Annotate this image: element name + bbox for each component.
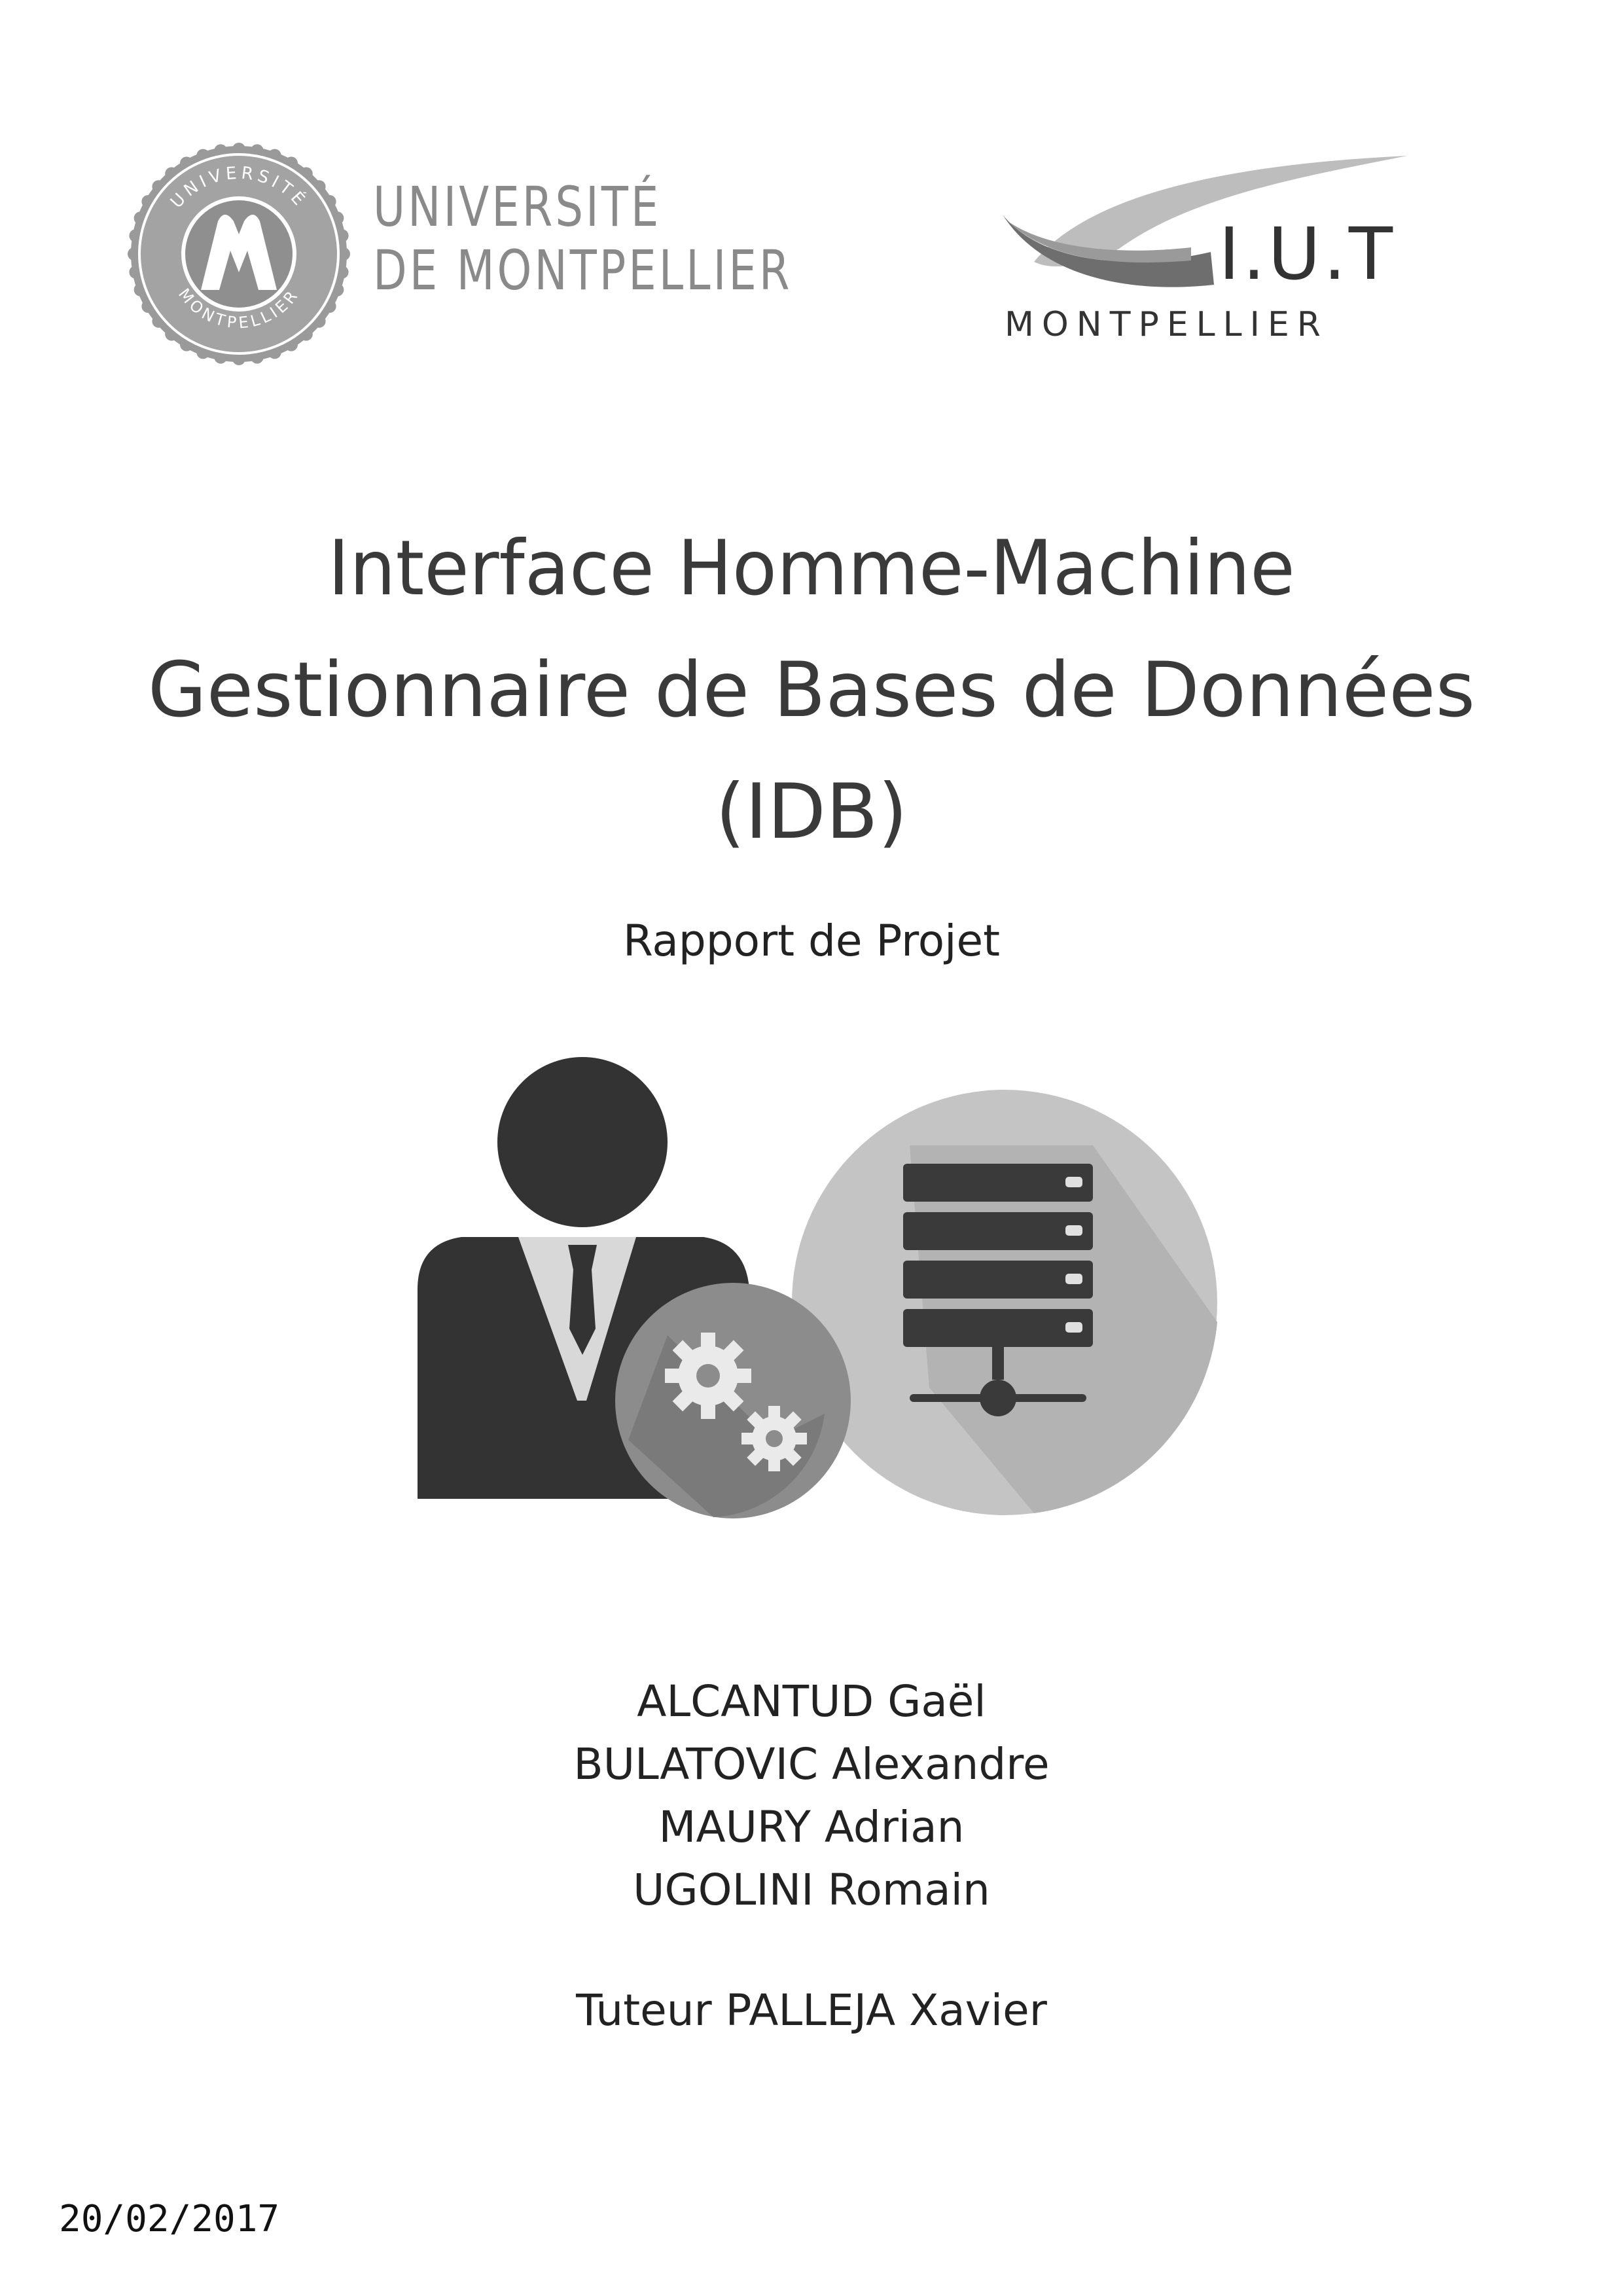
database-server-icon — [792, 1090, 1217, 1515]
author-name: UGOLINI Romain — [633, 1865, 990, 1915]
iut-abbreviation: I.U.T — [1219, 212, 1396, 296]
report-date: 20/02/2017 — [59, 2198, 280, 2240]
author-name: MAURY Adrian — [658, 1802, 965, 1852]
report-subtitle: Rapport de Projet — [622, 916, 1001, 966]
iut-city-name: MONTPELLIER — [1005, 305, 1329, 344]
title-line-1: Interface Homme-Machine — [328, 524, 1295, 613]
university-name-line-1: UNIVERSITÉ — [373, 175, 662, 239]
university-name-line-2: DE MONTPELLIER — [373, 238, 793, 302]
universite-montpellier-seal-logo: UNIVERSITÉ MONTPELLIER — [128, 143, 350, 365]
universite-montpellier-wordmark: UNIVERSITÉ DE MONTPELLIER — [373, 175, 793, 302]
authors-list: ALCANTUD Gaël BULATOVIC Alexandre MAURY … — [0, 1670, 1623, 1922]
title-line-3: (IDB) — [715, 768, 908, 856]
gears-icon — [615, 1283, 851, 1518]
database-admin-illustration — [418, 1057, 1217, 1518]
page-title: Interface Homme-Machine Gestionnaire de … — [0, 508, 1623, 873]
author-name: ALCANTUD Gaël — [637, 1676, 986, 1727]
tutor-name: Tuteur PALLEJA Xavier — [576, 1985, 1047, 2036]
author-name: BULATOVIC Alexandre — [573, 1739, 1050, 1789]
title-line-2: Gestionnaire de Bases de Données — [147, 646, 1476, 734]
